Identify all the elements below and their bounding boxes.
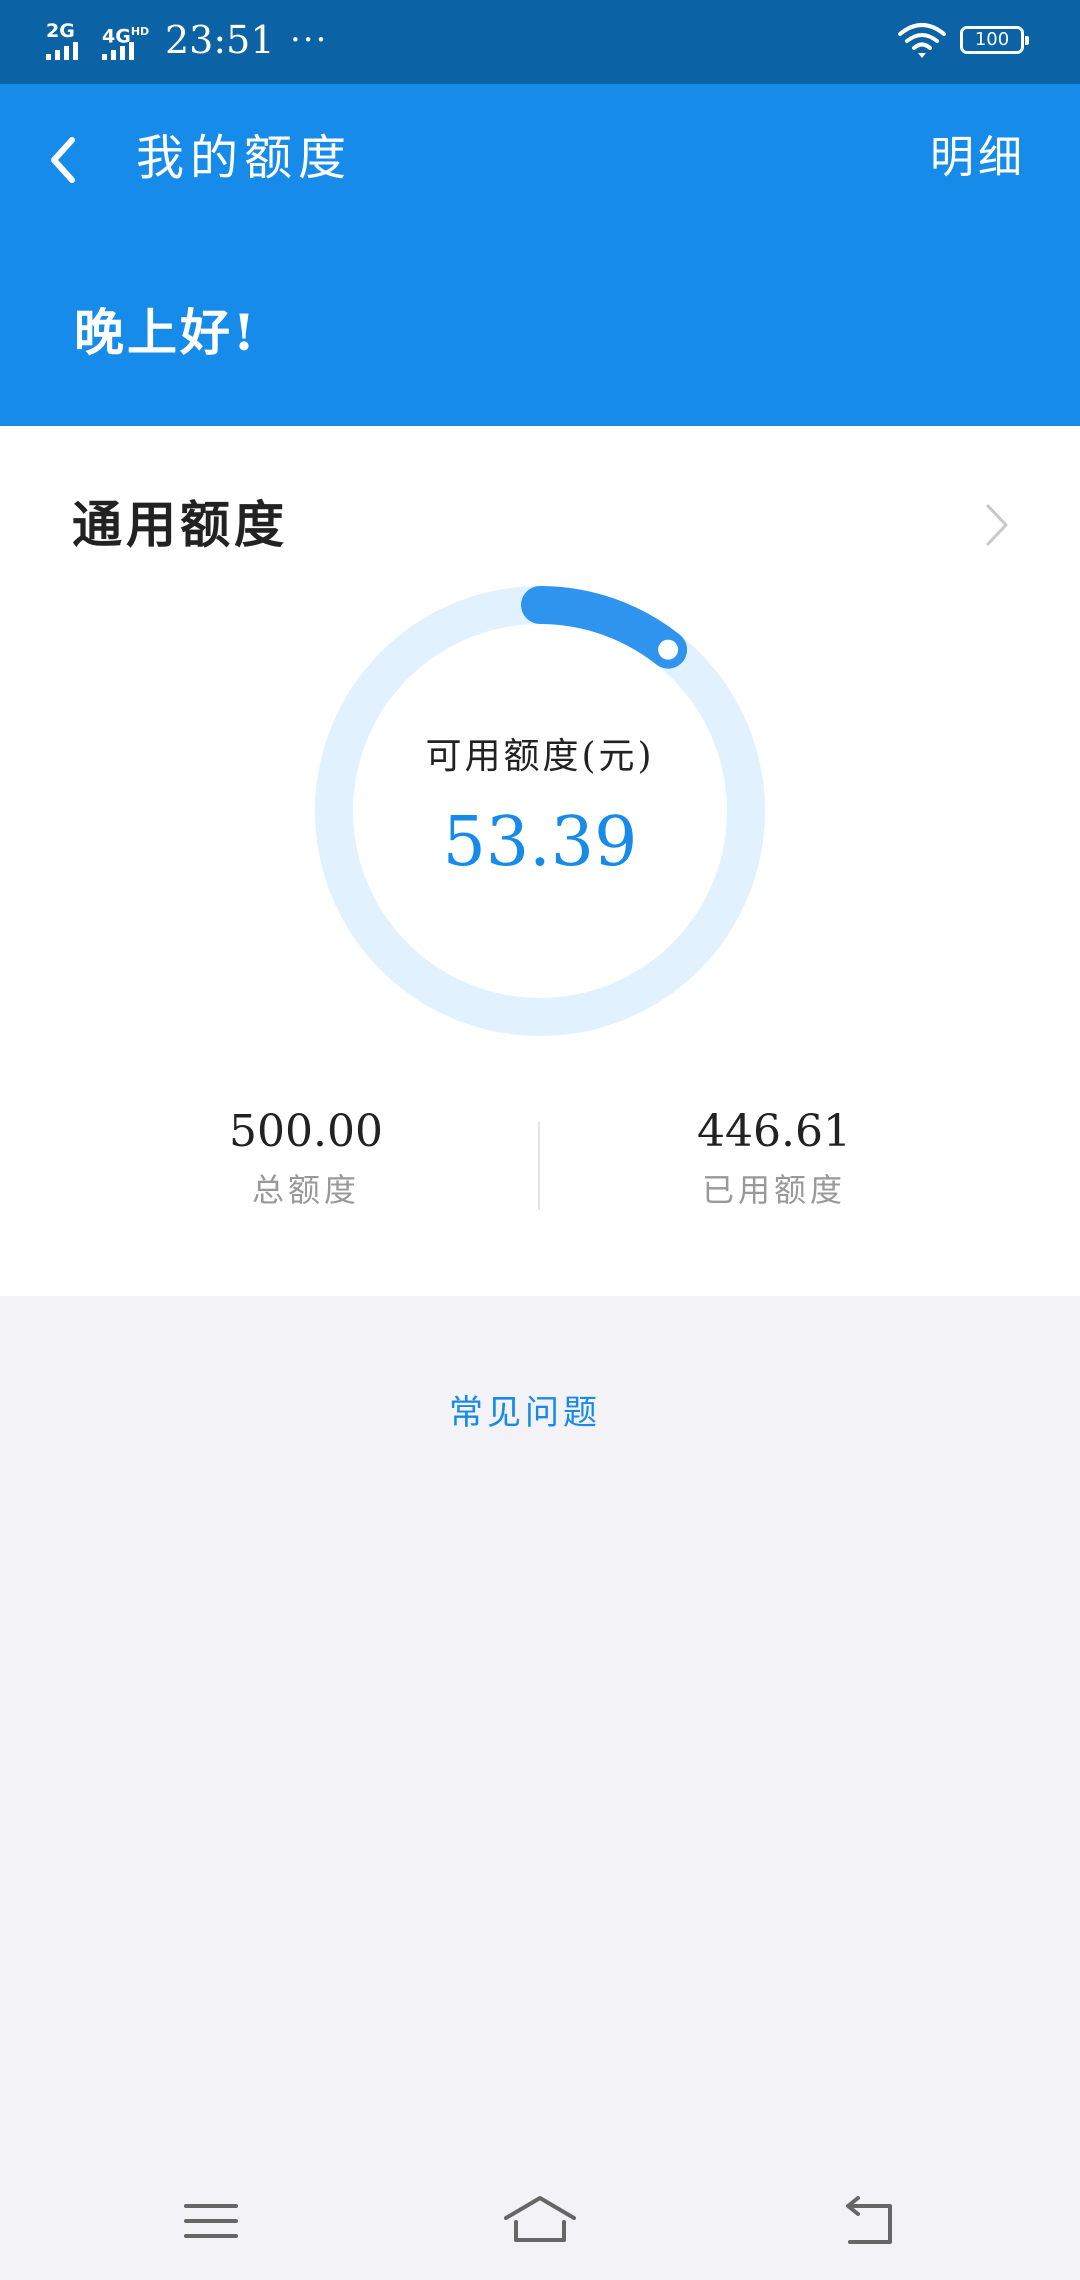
used-credit-label: 已用额度 xyxy=(701,1171,846,1209)
ring-progress-dot xyxy=(658,639,679,660)
system-nav-bar xyxy=(0,2160,1080,2280)
status-bar: 2G 4GHD 23:51 ··· 100 xyxy=(0,0,1080,84)
used-credit-value: 446.61 xyxy=(697,1106,851,1157)
wifi-icon xyxy=(898,23,946,58)
signal-bars-icon xyxy=(46,42,78,60)
ring-progress xyxy=(521,586,688,669)
status-more-icon: ··· xyxy=(290,20,329,60)
signal-bars-icon xyxy=(102,42,134,60)
chevron-left-icon xyxy=(51,137,75,183)
stat-divider xyxy=(538,1122,540,1210)
used-credit-stat: 446.61 已用额度 xyxy=(624,1102,924,1214)
home-icon[interactable] xyxy=(500,2186,580,2256)
page-title: 我的额度 xyxy=(136,130,353,186)
sim1-label: 2G xyxy=(46,20,75,42)
menu-icon[interactable] xyxy=(171,2186,251,2256)
faq-link[interactable]: 常见问题 xyxy=(0,1388,1050,1438)
back-button[interactable] xyxy=(30,124,100,194)
total-credit-value: 500.00 xyxy=(229,1106,383,1157)
general-credit-card[interactable]: 通用额度 可用额度(元) 53.39 500.00 总额度 446.61 已用额… xyxy=(0,426,1080,1296)
chevron-right-icon[interactable] xyxy=(974,500,1024,550)
available-value: 53.39 xyxy=(442,803,638,882)
header: 我的额度 明细 晚上好! xyxy=(0,84,1080,426)
total-credit-label: 总额度 xyxy=(251,1171,360,1209)
available-label: 可用额度(元) xyxy=(425,736,655,777)
battery-icon: 100 xyxy=(960,26,1029,54)
section-title: 通用额度 xyxy=(72,495,288,554)
back-icon[interactable] xyxy=(828,2186,908,2256)
detail-link[interactable]: 明细 xyxy=(930,122,1026,194)
sim2-hd-badge: HD xyxy=(130,25,150,38)
greeting-text: 晚上好! xyxy=(74,303,258,362)
total-credit-stat: 500.00 总额度 xyxy=(156,1102,456,1214)
status-time: 23:51 xyxy=(165,18,275,62)
